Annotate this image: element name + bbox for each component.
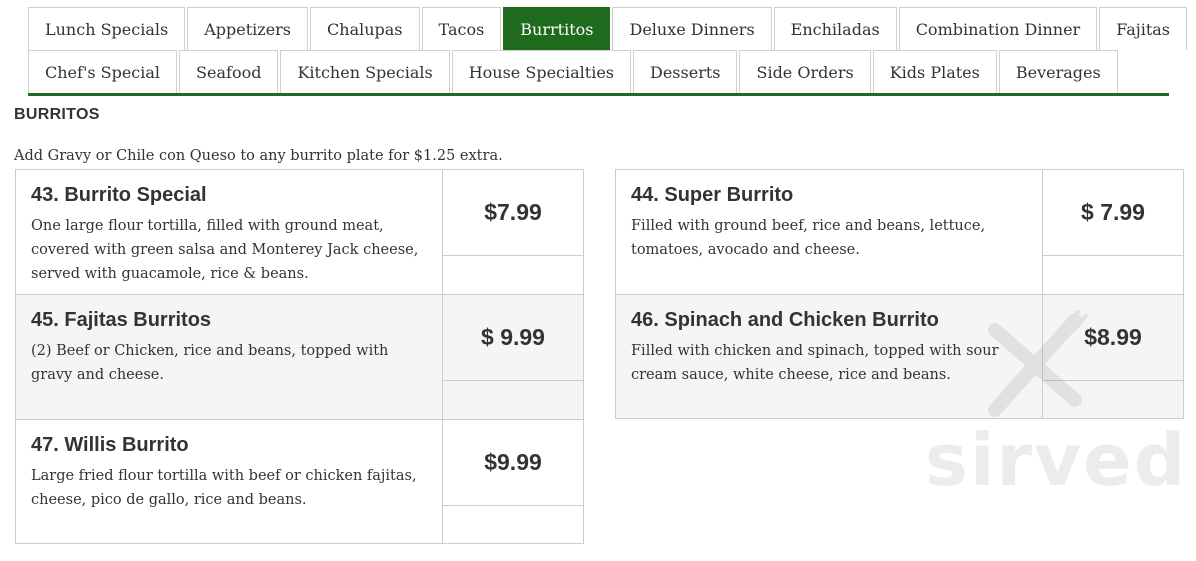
item-price: $ 7.99 [1043, 170, 1183, 256]
menu-item-card: 46. Spinach and Chicken Burrito Filled w… [615, 294, 1184, 419]
tab-tacos[interactable]: Tacos [421, 7, 502, 50]
tab-row-2: Chef's Special Seafood Kitchen Specials … [28, 50, 1169, 93]
tab-underline [28, 93, 1169, 96]
item-name: 44. Super Burrito [631, 184, 794, 206]
tab-seafood[interactable]: Seafood [179, 50, 279, 93]
menu-item-card: 43. Burrito Special One large flour tort… [15, 169, 584, 295]
tab-desserts[interactable]: Desserts [633, 50, 738, 93]
tab-kids-plates[interactable]: Kids Plates [872, 50, 997, 93]
price-column: $9.99 [442, 420, 583, 543]
item-name: 46. Spinach and Chicken Burrito [631, 309, 939, 331]
price-column: $ 7.99 [1042, 170, 1183, 294]
tab-row-1: Lunch Specials Appetizers Chalupas Tacos… [28, 7, 1187, 50]
item-description: (2) Beef or Chicken, rice and beans, top… [31, 343, 389, 383]
tab-chalupas[interactable]: Chalupas [310, 7, 420, 50]
tab-burritos[interactable]: Burrtitos [503, 7, 611, 50]
menu-tabs: Lunch Specials Appetizers Chalupas Tacos… [28, 7, 1187, 96]
item-name: 47. Willis Burrito [31, 434, 189, 456]
price-column: $8.99 [1042, 295, 1183, 418]
item-description: Filled with chicken and spinach, topped … [631, 343, 999, 383]
tab-lunch-specials[interactable]: Lunch Specials [28, 7, 186, 50]
tab-fajitas[interactable]: Fajitas [1099, 7, 1187, 50]
tab-appetizers[interactable]: Appetizers [187, 7, 309, 50]
tab-chefs-special[interactable]: Chef's Special [28, 50, 178, 93]
item-text: 47. Willis Burrito Large fried flour tor… [31, 434, 431, 512]
item-price: $ 9.99 [443, 295, 583, 381]
section-note: Add Gravy or Chile con Queso to any burr… [14, 148, 503, 164]
item-text: 45. Fajitas Burritos (2) Beef or Chicken… [31, 309, 431, 387]
watermark-text: sirved [925, 418, 1188, 502]
item-price: $7.99 [443, 170, 583, 256]
menu-item-card: 47. Willis Burrito Large fried flour tor… [15, 419, 584, 544]
item-description: One large flour tortilla, filled with gr… [31, 218, 419, 282]
tab-side-orders[interactable]: Side Orders [739, 50, 871, 93]
item-text: 43. Burrito Special One large flour tort… [31, 184, 431, 286]
tab-combination-dinner[interactable]: Combination Dinner [898, 7, 1098, 50]
tab-kitchen-specials[interactable]: Kitchen Specials [280, 50, 450, 93]
price-column: $7.99 [442, 170, 583, 294]
tab-beverages[interactable]: Beverages [998, 50, 1118, 93]
tab-deluxe-dinners[interactable]: Deluxe Dinners [612, 7, 772, 50]
item-description: Large fried flour tortilla with beef or … [31, 468, 417, 508]
item-text: 44. Super Burrito Filled with ground bee… [631, 184, 1031, 262]
tab-enchiladas[interactable]: Enchiladas [773, 7, 897, 50]
item-price: $8.99 [1043, 295, 1183, 381]
section-title: BURRITOS [14, 106, 100, 123]
price-column: $ 9.99 [442, 295, 583, 419]
item-text: 46. Spinach and Chicken Burrito Filled w… [631, 309, 1031, 387]
item-name: 43. Burrito Special [31, 184, 207, 206]
item-description: Filled with ground beef, rice and beans,… [631, 218, 986, 258]
item-name: 45. Fajitas Burritos [31, 309, 212, 331]
tab-house-specialties[interactable]: House Specialties [451, 50, 631, 93]
menu-item-card: 45. Fajitas Burritos (2) Beef or Chicken… [15, 294, 584, 420]
menu-item-card: 44. Super Burrito Filled with ground bee… [615, 169, 1184, 295]
item-price: $9.99 [443, 420, 583, 506]
